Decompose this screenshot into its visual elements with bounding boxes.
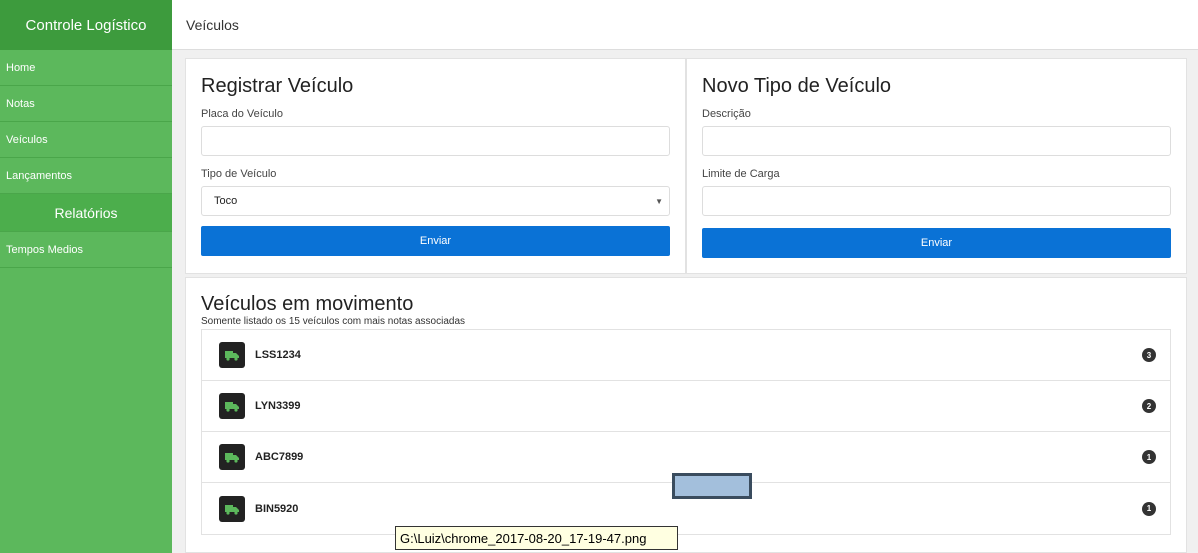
vehicle-plate: LYN3399 — [255, 400, 301, 412]
moving-subtitle: Somente listado os 15 veículos com mais … — [201, 316, 466, 327]
notes-count-badge: 3 — [1142, 348, 1156, 362]
new-vehicle-type-panel: Novo Tipo de Veículo Descrição Limite de… — [686, 58, 1187, 274]
sidebar-item-home[interactable]: Home — [0, 50, 172, 86]
moving-title: Veículos em movimento — [201, 293, 414, 315]
drag-selection-box[interactable] — [672, 473, 752, 499]
new-type-submit-button[interactable]: Enviar — [702, 228, 1171, 258]
caret-down-icon: ▼ — [655, 196, 663, 206]
sidebar-item-lancamentos[interactable]: Lançamentos — [0, 158, 172, 194]
sidebar-item-veiculos[interactable]: Veículos — [0, 122, 172, 158]
description-label: Descrição — [702, 108, 751, 120]
truck-icon — [219, 495, 245, 522]
new-type-title: Novo Tipo de Veículo — [702, 75, 892, 97]
page-header: Veículos — [172, 0, 1198, 50]
sidebar: Controle Logístico Home Notas Veículos L… — [0, 0, 172, 553]
notes-count-badge: 1 — [1142, 501, 1156, 516]
sidebar-section-relatorios: Relatórios — [0, 194, 172, 232]
vehicle-type-select[interactable]: Toco ▼ — [201, 186, 670, 216]
vehicle-type-label: Tipo de Veículo — [201, 168, 277, 180]
notes-count-badge: 2 — [1142, 399, 1156, 413]
page-title: Veículos — [186, 16, 239, 33]
description-input[interactable] — [702, 126, 1171, 156]
vehicle-type-value: Toco — [214, 195, 238, 207]
vehicle-row[interactable]: LSS1234 3 — [202, 330, 1170, 381]
notes-count-badge: 1 — [1142, 450, 1156, 464]
sidebar-item-notas[interactable]: Notas — [0, 86, 172, 122]
moving-vehicles-panel: Veículos em movimento Somente listado os… — [185, 277, 1187, 553]
sidebar-item-tempos-medios[interactable]: Tempos Medios — [0, 232, 172, 268]
register-vehicle-panel: Registrar Veículo Placa do Veículo Tipo … — [185, 58, 686, 274]
vehicle-plate: LSS1234 — [255, 349, 301, 361]
app-title[interactable]: Controle Logístico — [0, 0, 172, 50]
plate-input[interactable] — [201, 126, 670, 156]
register-submit-button[interactable]: Enviar — [201, 226, 670, 256]
load-limit-input[interactable] — [702, 186, 1171, 216]
load-limit-label: Limite de Carga — [702, 168, 780, 180]
truck-icon — [219, 393, 245, 419]
vehicle-list: LSS1234 3 LYN3399 2 ABC7899 1 BIN5920 1 — [201, 329, 1171, 535]
file-path-tooltip: G:\Luiz\chrome_2017-08-20_17-19-47.png — [395, 526, 678, 550]
truck-icon — [219, 342, 245, 368]
register-title: Registrar Veículo — [201, 75, 354, 97]
truck-icon — [219, 444, 245, 470]
vehicle-row[interactable]: LYN3399 2 — [202, 381, 1170, 432]
vehicle-plate: ABC7899 — [255, 451, 304, 463]
plate-label: Placa do Veículo — [201, 108, 283, 120]
vehicle-plate: BIN5920 — [255, 502, 299, 515]
